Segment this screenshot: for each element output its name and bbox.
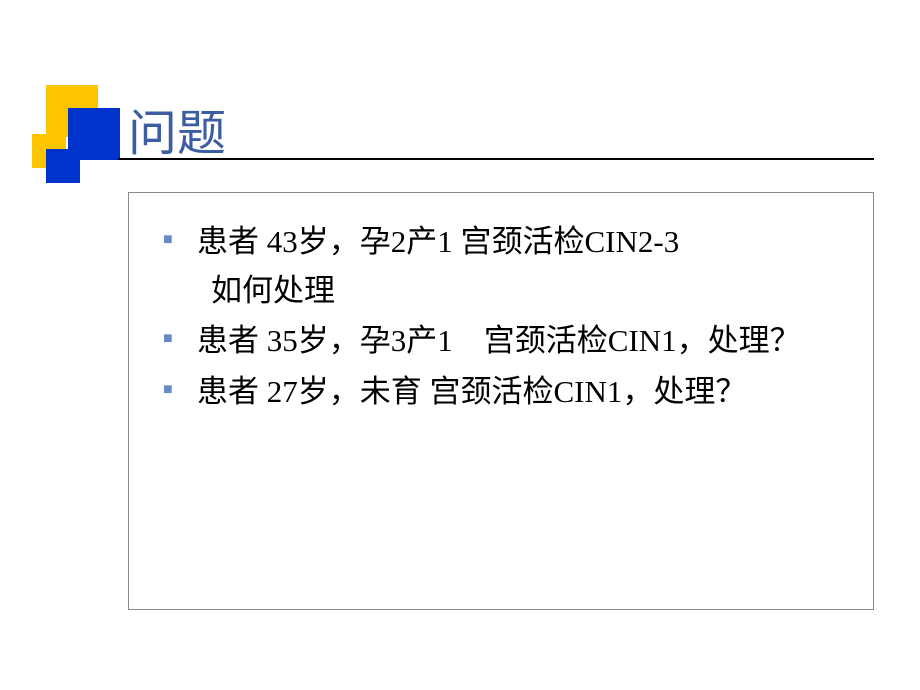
title-underline bbox=[118, 158, 874, 160]
list-item: 患者 35岁，孕3产1 宫颈活检CIN1，处理？ bbox=[163, 318, 851, 365]
slide-container: 问题 患者 43岁，孕2产1 宫颈活检CIN2-3 如何处理 患者 35岁，孕3… bbox=[0, 0, 920, 690]
list-item: 患者 27岁，未育 宫颈活检CIN1，处理？ bbox=[163, 369, 851, 416]
item-text: 患者 27岁，未育 宫颈活检CIN1，处理？ bbox=[197, 374, 746, 409]
item-text: 患者 43岁，孕2产1 宫颈活检CIN2-3 bbox=[197, 224, 679, 259]
content-list: 患者 43岁，孕2产1 宫颈活检CIN2-3 如何处理 患者 35岁，孕3产1 … bbox=[129, 193, 873, 439]
content-box: 患者 43岁，孕2产1 宫颈活检CIN2-3 如何处理 患者 35岁，孕3产1 … bbox=[128, 192, 874, 610]
slide-title: 问题 bbox=[128, 94, 226, 165]
decoration-square-blue-small bbox=[46, 149, 80, 183]
item-subtext: 如何处理 bbox=[197, 268, 851, 315]
item-text: 患者 35岁，孕3产1 宫颈活检CIN1，处理？ bbox=[197, 323, 801, 358]
list-item: 患者 43岁，孕2产1 宫颈活检CIN2-3 如何处理 bbox=[163, 219, 851, 314]
